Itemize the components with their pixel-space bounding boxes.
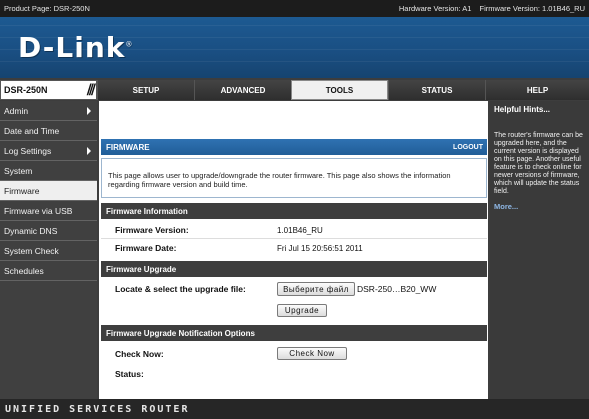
help-more-link[interactable]: More... [494, 202, 585, 211]
sidebar-item-label: Schedules [4, 265, 44, 276]
page-title: FIRMWARE [106, 142, 150, 152]
sidebar-item-label: System Check [4, 245, 59, 256]
hardware-version: Hardware Version: A1 [398, 4, 472, 13]
sidebar-item-dynamic-dns[interactable]: Dynamic DNS [0, 221, 97, 241]
main-content: FIRMWARE LOGOUT This page allows user to… [99, 101, 488, 399]
model-label: DSR-250N /// [0, 80, 97, 100]
sidebar-item-firmware[interactable]: Firmware [0, 181, 97, 201]
locate-file-label: Locate & select the upgrade file: [115, 284, 246, 294]
sidebar-item-label: Firmware via USB [4, 205, 73, 216]
firmware-header: FIRMWARE LOGOUT [101, 139, 487, 155]
brand-banner: D-Link® [0, 17, 589, 78]
logout-link[interactable]: LOGOUT [453, 144, 483, 151]
product-page-label: Product Page: DSR-250N [4, 4, 90, 13]
main-nav: DSR-250N /// SETUP ADVANCED TOOLS STATUS… [0, 80, 589, 100]
registered-mark: ® [125, 40, 134, 49]
help-title: Helpful Hints... [494, 105, 550, 114]
sidebar-item-label: Dynamic DNS [4, 225, 58, 236]
sidebar-item-log-settings[interactable]: Log Settings [0, 141, 97, 161]
arrow-right-icon [87, 147, 91, 155]
tab-status[interactable]: STATUS [388, 80, 485, 100]
firmware-upgrade-header: Firmware Upgrade [101, 261, 487, 277]
firmware-version-label: Firmware Version: [115, 225, 189, 235]
selected-filename: DSR-250…B20_WW [357, 284, 437, 294]
sidebar-item-label: System [4, 165, 33, 176]
firmware-date-label: Firmware Date: [115, 243, 177, 253]
help-text: The router's firmware can be upgraded he… [494, 132, 583, 195]
sidebar-item-label: Date and Time [4, 125, 60, 136]
notification-options-header: Firmware Upgrade Notification Options [101, 325, 487, 341]
tab-advanced[interactable]: ADVANCED [194, 80, 291, 100]
help-panel: Helpful Hints... The router's firmware c… [490, 101, 589, 399]
choose-file-button[interactable]: Выберите файл [277, 282, 355, 296]
sidebar-item-admin[interactable]: Admin [0, 101, 97, 121]
dlink-logo: D-Link® [18, 31, 134, 64]
page-description: This page allows user to upgrade/downgra… [101, 158, 487, 198]
check-now-label: Check Now: [115, 349, 164, 359]
status-label: Status: [115, 369, 144, 379]
firmware-information-header: Firmware Information [101, 203, 487, 219]
sidebar-item-schedules[interactable]: Schedules [0, 261, 97, 281]
firmware-date-value: Fri Jul 15 20:56:51 2011 [277, 244, 363, 253]
sidebar: Admin Date and Time Log Settings System … [0, 101, 97, 399]
sidebar-item-label: Firmware [4, 185, 40, 196]
model-name: DSR-250N [4, 85, 48, 95]
version-info: Hardware Version: A1 Firmware Version: 1… [393, 4, 585, 13]
sidebar-item-label: Admin [4, 105, 29, 116]
sidebar-item-system-check[interactable]: System Check [0, 241, 97, 261]
divider [101, 238, 487, 239]
arrow-right-icon [87, 107, 91, 115]
sidebar-item-date-and-time[interactable]: Date and Time [0, 121, 97, 141]
info-bar: Product Page: DSR-250N Hardware Version:… [0, 0, 589, 17]
slash-decoration-icon: /// [86, 82, 97, 98]
footer: UNIFIED SERVICES ROUTER [0, 399, 589, 419]
tab-tools[interactable]: TOOLS [291, 80, 388, 100]
sidebar-item-firmware-via-usb[interactable]: Firmware via USB [0, 201, 97, 221]
tab-help[interactable]: HELP [485, 80, 589, 100]
firmware-version-top: Firmware Version: 1.01B46_RU [479, 4, 585, 13]
tab-setup[interactable]: SETUP [97, 80, 194, 100]
sidebar-item-system[interactable]: System [0, 161, 97, 181]
upgrade-button[interactable]: Upgrade [277, 304, 327, 317]
sidebar-item-label: Log Settings [4, 145, 52, 156]
firmware-version-value: 1.01B46_RU [277, 226, 323, 235]
check-now-button[interactable]: Check Now [277, 347, 347, 360]
